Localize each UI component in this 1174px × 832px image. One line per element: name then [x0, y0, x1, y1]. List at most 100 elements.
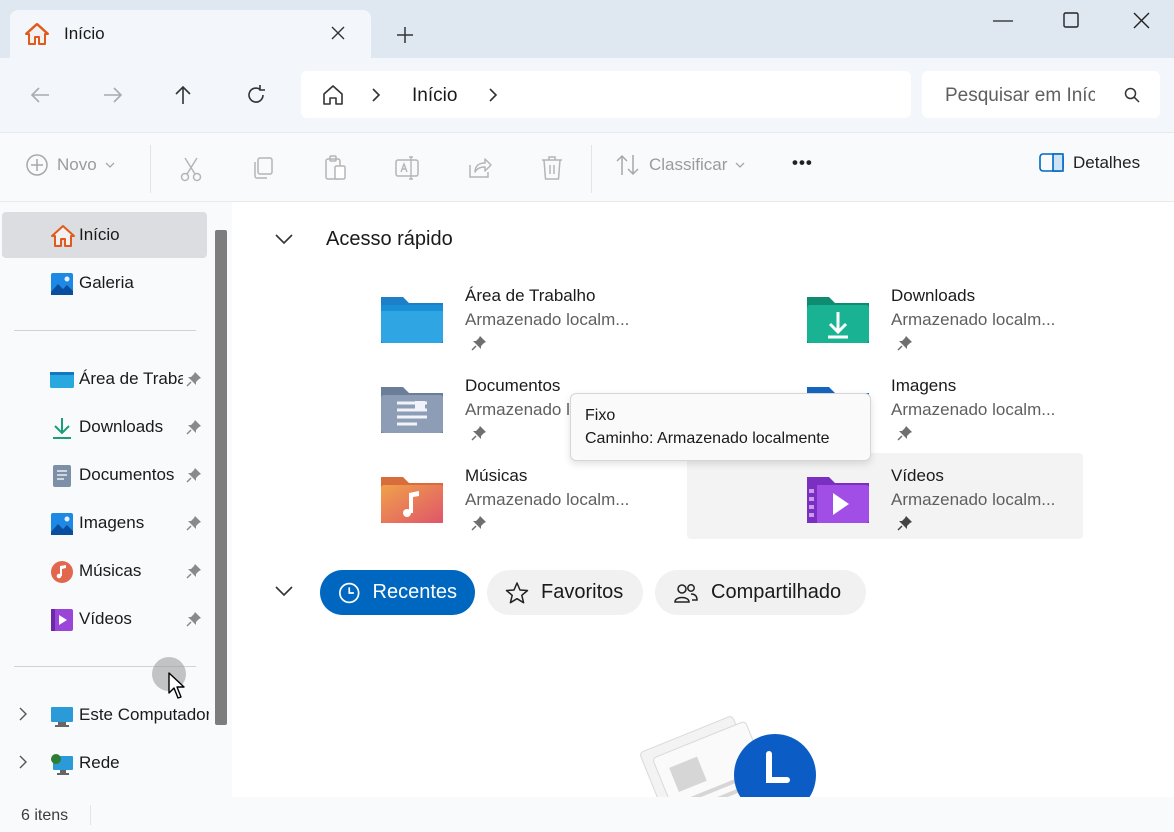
star-icon	[505, 581, 529, 603]
pin-icon	[471, 515, 487, 531]
tooltip-line-1: Fixo	[585, 407, 616, 424]
collapse-recents-icon[interactable]	[275, 586, 293, 596]
pin-icon	[186, 467, 202, 483]
chevron-down-icon	[735, 162, 745, 168]
gallery-icon	[50, 272, 74, 296]
separator	[591, 145, 592, 193]
sidebar-item-label: Área de Trabalho	[79, 369, 183, 388]
tab-compartilhado[interactable]: Compartilhado	[655, 570, 866, 615]
tooltip: Fixo Caminho: Armazenado localmente	[570, 393, 871, 461]
music-icon	[50, 560, 74, 584]
mouse-cursor-icon	[168, 672, 188, 700]
new-button[interactable]: Novo	[25, 153, 115, 177]
quick-item-location: Armazenado localm...	[465, 490, 630, 509]
search-icon[interactable]	[1124, 87, 1140, 103]
rename-icon[interactable]	[394, 155, 420, 181]
sort-button[interactable]: Classificar	[615, 153, 745, 177]
tab-favoritos[interactable]: Favoritos	[487, 570, 643, 615]
details-pane-icon	[1039, 153, 1064, 172]
sidebar-item-musicas[interactable]: Músicas	[0, 548, 207, 594]
quick-item-location: Armazenado localm...	[465, 310, 630, 329]
back-button[interactable]	[25, 80, 55, 110]
sidebar-item-videos[interactable]: Vídeos	[0, 596, 207, 642]
tab-title: Início	[64, 24, 105, 43]
sidebar-item-inicio[interactable]: Início	[2, 212, 207, 258]
forward-button[interactable]	[98, 80, 128, 110]
collapse-quick-access-icon[interactable]	[275, 234, 293, 244]
details-label: Detalhes	[1073, 153, 1141, 172]
quick-item-name: Imagens	[891, 376, 957, 395]
pin-icon	[186, 563, 202, 579]
sidebar-divider	[14, 330, 196, 331]
paste-icon[interactable]	[323, 155, 347, 181]
quick-item-videos[interactable]: Vídeos Armazenado localm...	[805, 463, 1174, 549]
address-bar[interactable]: Início	[301, 71, 911, 118]
copy-icon[interactable]	[251, 156, 275, 180]
sidebar-item-label: Documentos	[79, 465, 175, 484]
up-button[interactable]	[168, 80, 198, 110]
minimize-button[interactable]	[993, 20, 1013, 22]
chevron-right-icon[interactable]	[488, 88, 498, 102]
content-area: Acesso rápido Área de Trabalho Armazenad…	[232, 202, 1174, 797]
pin-icon	[897, 515, 913, 531]
pin-icon	[186, 371, 202, 387]
cut-icon[interactable]	[179, 156, 203, 182]
title-bar: Início	[0, 0, 1174, 58]
sidebar-item-imagens[interactable]: Imagens	[0, 500, 207, 546]
add-circle-icon	[26, 154, 48, 176]
sidebar-item-label: Vídeos	[79, 609, 132, 628]
search-box[interactable]: Pesquisar em Início	[922, 71, 1160, 118]
videos-icon	[50, 608, 74, 632]
sidebar-item-label: Início	[79, 225, 120, 244]
tab-inicio[interactable]: Início	[10, 10, 371, 58]
navigation-pane: Início Galeria Área de Trabalho Download…	[0, 202, 232, 797]
close-tab-icon[interactable]	[330, 25, 346, 41]
pin-icon	[186, 419, 202, 435]
sidebar-item-label: Imagens	[79, 513, 145, 532]
maximize-button[interactable]	[1063, 12, 1079, 28]
share-icon[interactable]	[467, 155, 493, 181]
download-icon	[50, 416, 74, 440]
quick-item-name: Área de Trabalho	[465, 286, 596, 305]
sidebar-scrollbar[interactable]	[215, 230, 227, 725]
network-icon	[50, 752, 74, 776]
quick-item-downloads[interactable]: Downloads Armazenado localm...	[805, 283, 1174, 369]
sidebar-item-documentos[interactable]: Documentos	[0, 452, 207, 498]
details-button[interactable]: Detalhes	[1039, 153, 1140, 173]
search-input[interactable]: Pesquisar em Início	[945, 85, 1095, 107]
tab-recentes[interactable]: Recentes	[320, 570, 475, 615]
quick-access-title: Acesso rápido	[326, 228, 453, 250]
pin-icon	[471, 335, 487, 351]
quick-item-location: Armazenado localm...	[891, 490, 1056, 509]
item-count: 6 itens	[21, 807, 69, 824]
breadcrumb-current[interactable]: Início	[412, 85, 457, 107]
quick-item-name: Vídeos	[891, 466, 944, 485]
quick-item-area-de-trabalho[interactable]: Área de Trabalho Armazenado localm...	[379, 283, 775, 369]
chevron-right-icon[interactable]	[18, 755, 28, 769]
new-tab-button[interactable]	[396, 26, 414, 44]
status-bar: 6 itens	[0, 797, 1174, 832]
quick-item-musicas[interactable]: Músicas Armazenado localm...	[379, 463, 775, 549]
chevron-right-icon[interactable]	[371, 88, 381, 102]
sidebar-item-rede[interactable]: Rede	[0, 740, 207, 786]
pin-icon	[897, 335, 913, 351]
more-options-button[interactable]: •••	[792, 153, 813, 173]
command-bar: Novo Classificar ••• Detalhes	[0, 132, 1174, 202]
navigation-bar: Início Pesquisar em Início	[0, 58, 1174, 132]
refresh-button[interactable]	[241, 80, 271, 110]
sidebar-item-area-de-trabalho[interactable]: Área de Trabalho	[0, 356, 207, 402]
pin-icon	[186, 611, 202, 627]
chevron-right-icon[interactable]	[18, 707, 28, 721]
computer-icon	[50, 704, 74, 728]
tooltip-line-2: Caminho: Armazenado localmente	[585, 430, 830, 447]
home-icon	[50, 224, 75, 248]
close-window-button[interactable]	[1133, 12, 1150, 29]
home-outline-icon[interactable]	[321, 83, 345, 107]
sort-icon	[616, 154, 639, 176]
sidebar-item-galeria[interactable]: Galeria	[0, 260, 207, 306]
tab-label: Favoritos	[541, 581, 624, 603]
sidebar-item-label: Músicas	[79, 561, 142, 580]
pin-icon	[471, 425, 487, 441]
sidebar-item-downloads[interactable]: Downloads	[0, 404, 207, 450]
delete-icon[interactable]	[540, 155, 564, 181]
